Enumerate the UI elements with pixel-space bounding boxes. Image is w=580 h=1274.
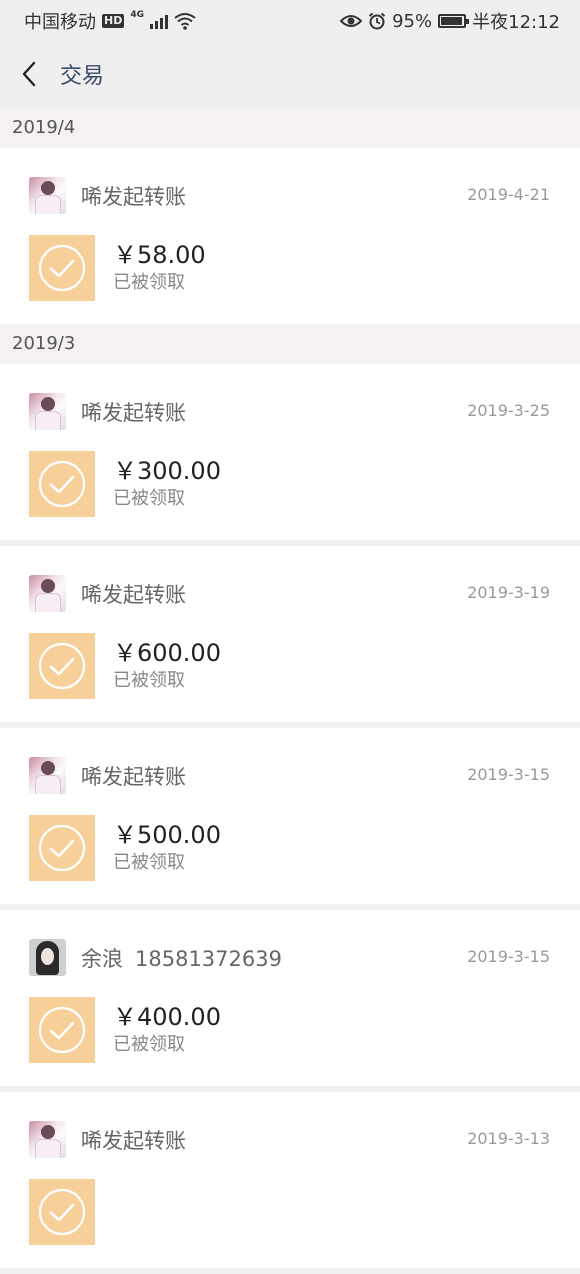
sender-name: 余浪 18581372639	[81, 943, 282, 973]
transfer-amount: ￥400.00	[113, 1003, 221, 1031]
transaction-card[interactable]: 余浪 18581372639 2019-3-15 ￥400.00 已被领取	[0, 910, 580, 1092]
sender-name-text: 唏发起转账	[81, 583, 186, 607]
avatar	[29, 393, 66, 430]
sender-phone: 18581372639	[135, 947, 282, 971]
transaction-date: 2019-4-21	[467, 185, 550, 204]
status-bar-right: 95% 半夜12:12	[340, 8, 560, 34]
page-title: 交易	[60, 64, 105, 89]
sender-name: 唏发起转账	[81, 397, 186, 427]
transfer-amount: ￥300.00	[113, 457, 221, 485]
sender-name-text: 唏发起转账	[81, 1129, 186, 1153]
avatar	[29, 757, 66, 794]
transaction-card[interactable]: 唏发起转账 2019-3-13	[0, 1092, 580, 1274]
transaction-date: 2019-3-15	[467, 765, 550, 784]
sender-name: 唏发起转账	[81, 579, 186, 609]
transaction-date: 2019-3-25	[467, 401, 550, 420]
month-header: 2019/3	[0, 324, 580, 364]
alarm-icon	[368, 12, 386, 30]
sender-name: 唏发起转账	[81, 181, 186, 211]
sender-name-text: 唏发起转账	[81, 765, 186, 789]
check-circle-icon	[29, 997, 95, 1063]
transaction-date: 2019-3-15	[467, 947, 550, 966]
transfer-status: 已被领取	[113, 852, 185, 873]
transfer-status: 已被领取	[113, 670, 185, 691]
avatar	[29, 177, 66, 214]
transfer-status: 已被领取	[113, 1034, 185, 1055]
transfer-amount: ￥58.00	[113, 241, 206, 269]
battery-percent: 95%	[392, 10, 433, 32]
transfer-status: 已被领取	[113, 488, 185, 509]
eye-icon	[340, 15, 363, 27]
sender-name-text: 唏发起转账	[81, 401, 186, 425]
battery-icon	[438, 14, 470, 28]
hd-badge: HD	[102, 14, 125, 28]
sender-name: 唏发起转账	[81, 761, 186, 791]
transfer-status: 已被领取	[113, 272, 185, 293]
transaction-card[interactable]: 唏发起转账 2019-4-21 ￥58.00 已被领取	[0, 148, 580, 324]
check-circle-icon	[29, 1179, 95, 1245]
transaction-card[interactable]: 唏发起转账 2019-3-19 ￥600.00 已被领取	[0, 546, 580, 728]
transaction-date: 2019-3-13	[467, 1129, 550, 1148]
month-header: 2019/4	[0, 108, 580, 148]
check-circle-icon	[29, 235, 95, 301]
check-circle-icon	[29, 815, 95, 881]
sender-name-text: 唏发起转账	[81, 185, 186, 209]
avatar	[29, 1121, 66, 1158]
chevron-left-icon[interactable]	[14, 56, 44, 92]
signal-icon	[150, 13, 168, 29]
transfer-amount: ￥600.00	[113, 639, 221, 667]
sender-name-text: 余浪	[81, 947, 123, 971]
check-circle-icon	[29, 451, 95, 517]
status-bar-left: 中国移动 HD 4G	[24, 8, 196, 34]
transaction-card[interactable]: 唏发起转账 2019-3-15 ￥500.00 已被领取	[0, 728, 580, 910]
status-bar: 中国移动 HD 4G 95% 半夜12:12	[0, 0, 580, 40]
transaction-date: 2019-3-19	[467, 583, 550, 602]
nav-bar: 交易	[0, 40, 580, 108]
clock: 半夜12:12	[472, 12, 560, 33]
network-badge: 4G	[130, 10, 144, 20]
transfer-amount: ￥500.00	[113, 821, 221, 849]
carrier-label: 中国移动	[24, 12, 96, 33]
transaction-card[interactable]: 唏发起转账 2019-3-25 ￥300.00 已被领取	[0, 364, 580, 546]
avatar	[29, 939, 66, 976]
avatar	[29, 575, 66, 612]
transaction-list: 2019/4 唏发起转账 2019-4-21 ￥58.00 已被领取 2019/…	[0, 108, 580, 1274]
sender-name: 唏发起转账	[81, 1125, 186, 1155]
check-circle-icon	[29, 633, 95, 699]
battery-fill	[441, 17, 462, 25]
wifi-icon	[174, 13, 196, 30]
